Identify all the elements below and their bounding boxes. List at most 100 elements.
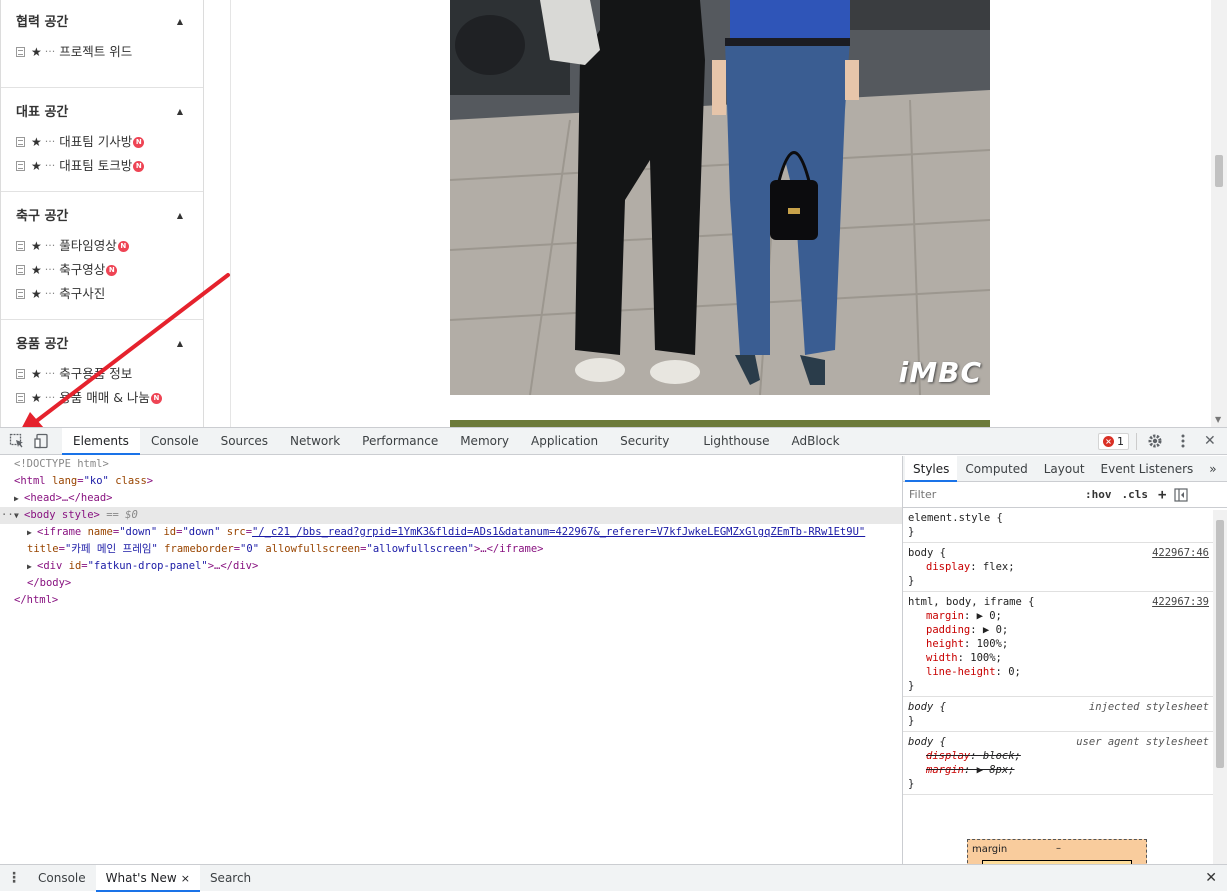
prop-name[interactable]: height [926,638,964,650]
prop-value[interactable]: ▶ 0; [977,610,1002,622]
dom-node-head[interactable]: ▶ <head>…</head> [0,490,902,507]
expand-triangle-icon[interactable]: ▶ [27,524,37,541]
rule-source-link[interactable]: 422967:46 [1152,546,1209,560]
tab-network[interactable]: Network [279,428,351,455]
sidebar-item-national-news[interactable]: ★ ··· 대표팀 기사방 N [16,130,203,154]
toolbar-separator [1136,433,1137,450]
page-scroll-thumb[interactable] [1215,155,1223,187]
dom-node-doctype[interactable]: <!DOCTYPE html> [0,456,902,473]
style-rule-user-agent[interactable]: body { user agent stylesheet display: bl… [903,732,1227,795]
style-rule-injected[interactable]: body { injected stylesheet } [903,697,1227,732]
sidebar-section-title[interactable]: 대표 공간 [16,104,203,122]
collapse-toggle-icon[interactable]: ▲ [177,17,183,26]
tab-console[interactable]: Console [140,428,210,455]
sidebar-item-fulltime-video[interactable]: ★ ··· 풀타임영상 N [16,234,203,258]
prop-value[interactable]: ▶ 0; [983,624,1008,636]
hover-state-button[interactable]: :hov [1085,488,1112,501]
expand-triangle-icon[interactable]: ▶ [27,558,37,575]
prop-name[interactable]: width [926,652,958,664]
prop-name[interactable]: display [926,750,970,762]
style-rule-html-body-iframe[interactable]: html, body, iframe { 422967:39 margin: ▶… [903,592,1227,697]
collapse-toggle-icon[interactable]: ▲ [177,339,183,348]
more-options-icon[interactable] [1175,433,1191,449]
dom-node-html[interactable]: <html lang="ko" class> [0,473,902,490]
prop-name[interactable]: padding [926,624,970,636]
prop-value[interactable]: block; [983,750,1021,762]
tab-computed[interactable]: Computed [957,456,1035,482]
prop-value[interactable]: 100%; [970,652,1002,664]
tab-memory[interactable]: Memory [449,428,520,455]
collapse-toggle-icon[interactable]: ▲ [177,107,183,116]
tab-performance[interactable]: Performance [351,428,449,455]
rule-close: } [908,715,915,727]
styles-scrollbar[interactable] [1213,510,1227,864]
rule-close: } [908,778,915,790]
drawer-tab-whats-new[interactable]: What's New × [95,864,200,892]
drawer-tab-console[interactable]: Console [28,865,96,892]
tab-sources[interactable]: Sources [210,428,279,455]
sidebar-item-gear-trade[interactable]: ★ ··· 용품 매매 & 나눔 N [16,386,203,410]
prop-value[interactable]: 100%; [977,638,1009,650]
drawer-menu-icon[interactable]: ⋮ [0,870,28,886]
tab-layout[interactable]: Layout [1036,456,1093,482]
sidebar-item-football-photo[interactable]: ★ ··· 축구사진 [16,282,203,306]
prop-name[interactable]: display [926,561,970,573]
style-rule-element[interactable]: element.style { } [903,508,1227,543]
favorite-star-icon: ★ [31,391,42,405]
box-model-diagram[interactable]: margin – [967,839,1147,864]
sidebar-item-gear-info[interactable]: ★ ··· 축구용품 정보 [16,362,203,386]
rule-source-link[interactable]: 422967:39 [1152,595,1209,609]
imbc-watermark: iMBC [898,356,982,389]
prop-name[interactable]: line-height [926,666,996,678]
styles-filter-input[interactable] [907,485,1075,504]
dom-node-iframe-cont[interactable]: title="카페 메인 프레임" frameborder="0" allowf… [0,541,902,558]
close-drawer-icon[interactable]: ✕ [1205,870,1217,886]
device-toolbar-icon[interactable] [34,433,50,449]
sidebar-item-project-with[interactable]: ★ ··· 프로젝트 위드 [16,40,203,64]
dom-node-body-close[interactable]: </body> [0,575,902,592]
prop-value[interactable]: 0; [1008,666,1021,678]
tab-styles[interactable]: Styles [905,456,958,482]
dom-node-div[interactable]: ▶ <div id="fatkun-drop-panel">…</div> [0,558,902,575]
prop-value[interactable]: flex; [983,561,1015,573]
tab-security[interactable]: Security [609,428,680,455]
sidebar-item-national-talk[interactable]: ★ ··· 대표팀 토크방 N [16,154,203,178]
sidebar-section-title[interactable]: 축구 공간 [16,208,203,226]
styles-scroll-thumb[interactable] [1216,520,1224,768]
toggle-sidebar-icon[interactable] [1174,487,1189,502]
tab-lighthouse[interactable]: Lighthouse [692,428,780,455]
prop-name[interactable]: margin [926,764,964,776]
tab-application[interactable]: Application [520,428,609,455]
collapse-toggle-icon[interactable]: ▲ [177,211,183,220]
style-property: margin: ▶ 8px; [926,764,1015,776]
more-tabs-icon[interactable]: » [1201,456,1224,482]
sidebar-section-title[interactable]: 협력 공간 [16,14,203,32]
error-count: 1 [1117,435,1124,448]
expand-triangle-icon[interactable]: ▶ [14,490,24,507]
close-devtools-icon[interactable]: ✕ [1204,433,1216,449]
inspect-element-icon[interactable] [9,433,25,449]
error-count-badge[interactable]: × 1 [1098,433,1129,450]
page-scrollbar[interactable]: ▼ [1211,0,1227,427]
prop-name[interactable]: margin [926,610,964,622]
sidebar-item-football-video[interactable]: ★ ··· 축구영상 N [16,258,203,282]
close-tab-icon[interactable]: × [181,872,190,885]
dom-node-html-close[interactable]: </html> [0,592,902,609]
class-toggle-button[interactable]: .cls [1122,488,1149,501]
dom-node-iframe[interactable]: ▶ <iframe name="down" id="down" src="/_c2… [0,524,902,541]
prop-value[interactable]: ▶ 8px; [977,764,1015,776]
sidebar-section-title[interactable]: 용품 공간 [16,336,203,354]
tab-adblock[interactable]: AdBlock [781,428,851,455]
box-model-value[interactable]: – [1056,843,1061,854]
dom-node-body[interactable]: ··· ▼ <body style> == $0 [0,507,902,524]
scroll-down-arrow-icon[interactable]: ▼ [1215,415,1221,424]
tab-elements[interactable]: Elements [62,428,140,455]
new-rule-button[interactable]: + [1158,487,1166,503]
style-property: line-height: 0; [926,666,1021,678]
tab-event-listeners[interactable]: Event Listeners [1093,456,1202,482]
style-rule-body-flex[interactable]: body { 422967:46 display: flex; } [903,543,1227,592]
drawer-tab-search[interactable]: Search [200,865,261,892]
iframe-src-link[interactable]: "/_c21_/bbs_read?grpid=1YmK3&fldid=ADs1&… [252,526,865,538]
iframe-title-attr: title [27,543,59,555]
settings-gear-icon[interactable] [1147,433,1163,449]
